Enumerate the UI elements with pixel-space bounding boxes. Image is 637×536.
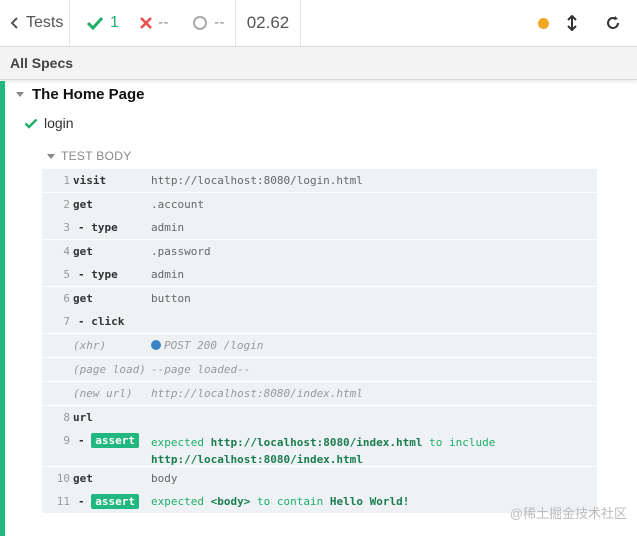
suite-title: The Home Page <box>32 86 145 103</box>
check-icon <box>86 16 104 30</box>
test-header[interactable]: login <box>24 115 74 131</box>
reload-icon[interactable] <box>605 15 621 31</box>
test-title: login <box>44 115 74 131</box>
back-to-tests-button[interactable]: Tests <box>0 0 70 46</box>
passed-stat: 1 <box>86 0 119 46</box>
command-log: 1 visit http://localhost:8080/login.html… <box>42 169 597 513</box>
command-row[interactable]: 2 get .account <box>42 193 597 216</box>
command-row[interactable]: 8 url <box>42 406 597 429</box>
watermark: @稀土掘金技术社区 <box>509 506 627 521</box>
pending-stat: -- <box>192 0 225 46</box>
command-row[interactable]: 1 visit http://localhost:8080/login.html <box>42 169 597 193</box>
test-body-label: TEST BODY <box>61 149 132 163</box>
failed-stat: -- <box>140 0 169 46</box>
suite-header[interactable]: The Home Page <box>16 86 145 103</box>
xhr-event-row[interactable]: (xhr) POST 200 /login <box>42 334 597 358</box>
chevron-left-icon <box>10 17 18 29</box>
assert-badge: assert <box>91 494 139 509</box>
reporter-header: Tests 1 -- -- 02.62 <box>0 0 637 47</box>
command-row[interactable]: 5 - type admin <box>42 263 597 287</box>
assert-badge: assert <box>91 433 139 448</box>
spinner-icon <box>193 16 207 30</box>
duration-value: 02.62 <box>246 13 290 32</box>
back-label: Tests <box>26 14 64 31</box>
pass-status-bar <box>0 81 5 536</box>
test-body-toggle[interactable]: TEST BODY <box>47 149 132 163</box>
caret-down-icon <box>47 153 55 159</box>
command-row[interactable]: 7 - click <box>42 310 597 334</box>
header-controls <box>538 0 621 46</box>
command-row[interactable]: 6 get button <box>42 287 597 310</box>
x-icon <box>140 17 152 29</box>
page-load-event-row[interactable]: (page load) --page loaded-- <box>42 358 597 382</box>
command-row[interactable]: 3 - type admin <box>42 216 597 240</box>
command-row[interactable]: 10 get body <box>42 467 597 490</box>
new-url-event-row[interactable]: (new url) http://localhost:8080/index.ht… <box>42 382 597 406</box>
resize-arrows-icon[interactable] <box>567 15 577 31</box>
test-stats: 1 -- -- <box>70 0 236 46</box>
failed-count: -- <box>158 14 169 31</box>
check-icon <box>24 118 38 129</box>
passed-count: 1 <box>110 14 119 31</box>
duration-display: 02.62 <box>236 0 301 46</box>
xhr-indicator-icon <box>151 340 161 350</box>
caret-down-icon <box>16 92 24 97</box>
all-specs-label: All Specs <box>10 55 74 71</box>
assert-row[interactable]: 9 - assert expected http://localhost:808… <box>42 429 597 467</box>
status-dot-icon <box>538 17 549 29</box>
command-row[interactable]: 4 get .password <box>42 240 597 263</box>
pending-count: -- <box>214 14 225 31</box>
all-specs-bar: All Specs <box>0 47 637 80</box>
